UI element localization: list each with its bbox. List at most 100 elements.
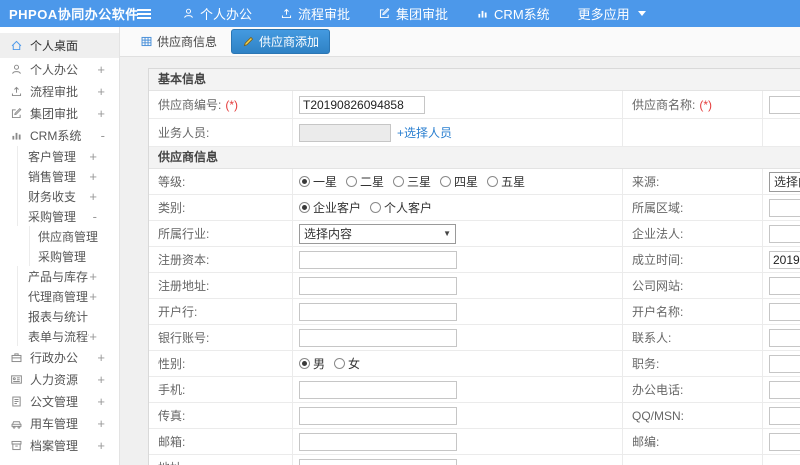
radio-unchecked-icon[interactable] bbox=[393, 176, 405, 187]
form-row: 所属行业: 选择内容 ▼ 企业法人: bbox=[149, 221, 800, 247]
sidebar-item-archive-mgmt[interactable]: 档案管理 + bbox=[0, 434, 119, 456]
expand-minus-icon[interactable]: - bbox=[101, 128, 107, 143]
form-row: 供应商编号:(*) 供应商名称:(*) bbox=[149, 91, 800, 119]
expand-plus-icon[interactable]: + bbox=[89, 189, 99, 204]
sidebar-item-vehicle-mgmt[interactable]: 用车管理 + bbox=[0, 412, 119, 434]
field-bank-branch-label: 开户行: bbox=[149, 299, 293, 324]
sidebar-item-human-resources[interactable]: 人力资源 + bbox=[0, 368, 119, 390]
radio-unchecked-icon[interactable] bbox=[487, 176, 499, 187]
field-founded-date-input[interactable] bbox=[769, 250, 800, 269]
radio-unchecked-icon[interactable] bbox=[346, 176, 358, 187]
sidebar-item-document-mgmt[interactable]: 公文管理 + bbox=[0, 390, 119, 412]
radio-gender-option-0[interactable]: 男 bbox=[299, 355, 325, 372]
sidebar-item-purchase-mgmt[interactable]: 采购管理 - bbox=[0, 206, 119, 226]
field-region-input[interactable] bbox=[769, 198, 800, 217]
expand-plus-icon[interactable]: + bbox=[97, 62, 107, 77]
field-registered-capital-input[interactable] bbox=[299, 250, 457, 269]
radio-unchecked-icon[interactable] bbox=[370, 202, 382, 213]
topnav-item-group-approval[interactable]: 集团审批 bbox=[364, 0, 462, 27]
radio-gender-option-1[interactable]: 女 bbox=[334, 355, 360, 372]
sidebar-item-customer-mgmt[interactable]: 客户管理 + bbox=[0, 146, 119, 166]
sidebar-item-agent-mgmt[interactable]: 代理商管理 + bbox=[0, 286, 119, 306]
form-row: 传真: QQ/MSN: bbox=[149, 403, 800, 429]
expand-plus-icon[interactable]: + bbox=[89, 269, 99, 284]
field-category-radio-group: 企业客户 个人客户 bbox=[299, 199, 432, 216]
expand-plus-icon[interactable]: + bbox=[89, 169, 99, 184]
expand-plus-icon[interactable]: + bbox=[97, 372, 107, 387]
radio-level-option-0[interactable]: 一星 bbox=[299, 173, 337, 190]
field-fax-input[interactable] bbox=[299, 406, 457, 425]
field-bank-branch-input[interactable] bbox=[299, 302, 457, 321]
expand-plus-icon[interactable]: + bbox=[97, 106, 107, 121]
form-row: 注册地址: 公司网站: bbox=[149, 273, 800, 299]
field-supplier-code-input[interactable] bbox=[299, 95, 425, 114]
field-business-person-picker-link[interactable]: +选择人员 bbox=[397, 124, 452, 141]
field-mobile-input[interactable] bbox=[299, 380, 457, 399]
expand-minus-icon[interactable]: - bbox=[93, 209, 99, 224]
field-company-website-input[interactable] bbox=[769, 276, 800, 295]
expand-plus-icon[interactable]: + bbox=[89, 149, 99, 164]
sidebar-item-reports-statistics[interactable]: 报表与统计 bbox=[0, 306, 119, 326]
radio-level-option-1[interactable]: 二星 bbox=[346, 173, 384, 190]
expand-plus-icon[interactable]: + bbox=[89, 289, 99, 304]
sidebar-item-personal-office[interactable]: 个人办公 + bbox=[0, 58, 119, 80]
caret-down-icon: ▼ bbox=[443, 229, 451, 238]
radio-option-label: 一星 bbox=[313, 175, 338, 189]
expand-plus-icon[interactable]: + bbox=[97, 416, 107, 431]
field-level-radio-group: 一星 二星 三星 四星 五星 bbox=[299, 173, 525, 190]
radio-unchecked-icon[interactable] bbox=[334, 358, 346, 369]
field-founded-date-label: 成立时间: bbox=[623, 247, 763, 272]
sidebar-item-crm-system[interactable]: CRM系统 - bbox=[0, 124, 119, 146]
field-industry-select[interactable]: 选择内容 ▼ bbox=[299, 223, 456, 244]
table-icon bbox=[140, 35, 153, 48]
radio-category-option-0[interactable]: 企业客户 bbox=[299, 199, 361, 216]
expand-plus-icon[interactable]: + bbox=[97, 84, 107, 99]
tab-label: 供应商添加 bbox=[259, 35, 320, 49]
field-address-input[interactable] bbox=[299, 458, 457, 465]
radio-level-option-3[interactable]: 四星 bbox=[440, 173, 478, 190]
field-postcode-input[interactable] bbox=[769, 432, 800, 451]
sidebar-item-finance-inout[interactable]: 财务收支 + bbox=[0, 186, 119, 206]
field-email-input[interactable] bbox=[299, 432, 457, 451]
sidebar-item-workflow-approval[interactable]: 流程审批 + bbox=[0, 80, 119, 102]
expand-plus-icon[interactable]: + bbox=[97, 394, 107, 409]
sidebar-item-form-workflow-settings[interactable]: 表单与流程设置+ bbox=[0, 326, 119, 346]
expand-plus-icon[interactable]: + bbox=[89, 329, 99, 344]
topnav-item-more-apps[interactable]: 更多应用 bbox=[564, 0, 660, 27]
field-source-select[interactable]: 选择内容▼ bbox=[769, 171, 800, 192]
expand-plus-icon[interactable]: + bbox=[97, 438, 107, 453]
radio-unchecked-icon[interactable] bbox=[440, 176, 452, 187]
sidebar-item-sales-mgmt[interactable]: 销售管理 + bbox=[0, 166, 119, 186]
topnav-item-crm-system[interactable]: CRM系统 bbox=[462, 0, 564, 27]
field-qq-msn-input[interactable] bbox=[769, 406, 800, 425]
sidebar-item-group-approval[interactable]: 集团审批 + bbox=[0, 102, 119, 124]
field-registered-address-input[interactable] bbox=[299, 276, 457, 295]
field-office-phone-input[interactable] bbox=[769, 380, 800, 399]
radio-checked-icon[interactable] bbox=[299, 358, 310, 369]
field-legal-person-input[interactable] bbox=[769, 224, 800, 243]
field-account-name-input[interactable] bbox=[769, 302, 800, 321]
field-bank-account-input[interactable] bbox=[299, 328, 457, 347]
user-icon bbox=[10, 63, 23, 76]
radio-category-option-1[interactable]: 个人客户 bbox=[370, 199, 432, 216]
tab-supplier-info[interactable]: 供应商信息 bbox=[134, 30, 223, 53]
form-section: 基本信息供应商编号:(*) 供应商名称:(*) 业务人员: +选择人员 bbox=[149, 69, 800, 147]
radio-checked-icon[interactable] bbox=[299, 176, 310, 187]
sidebar-item-product-inventory[interactable]: 产品与库存 + bbox=[0, 266, 119, 286]
tab-supplier-add[interactable]: 供应商添加 bbox=[231, 29, 331, 54]
sidebar-item-admin-office[interactable]: 行政办公 + bbox=[0, 346, 119, 368]
sidebar-item-personal-desktop[interactable]: 个人桌面 bbox=[0, 33, 119, 58]
field-supplier-name-input[interactable] bbox=[769, 95, 800, 114]
topnav-item-workflow-approval[interactable]: 流程审批 bbox=[266, 0, 364, 27]
menu-toggle-button[interactable] bbox=[120, 12, 168, 15]
radio-checked-icon[interactable] bbox=[299, 202, 310, 213]
topnav-item-personal-office[interactable]: 个人办公 bbox=[168, 0, 266, 27]
field-business-person-input[interactable] bbox=[299, 123, 391, 142]
radio-level-option-2[interactable]: 三星 bbox=[393, 173, 431, 190]
radio-level-option-4[interactable]: 五星 bbox=[487, 173, 525, 190]
sidebar-item-supplier-mgmt[interactable]: 供应商管理 bbox=[0, 226, 119, 246]
expand-plus-icon[interactable]: + bbox=[97, 350, 107, 365]
sidebar-item-procurement-mgmt[interactable]: 采购管理 bbox=[0, 246, 119, 266]
field-contact-person-input[interactable] bbox=[769, 328, 800, 347]
field-job-title-input[interactable] bbox=[769, 354, 800, 373]
